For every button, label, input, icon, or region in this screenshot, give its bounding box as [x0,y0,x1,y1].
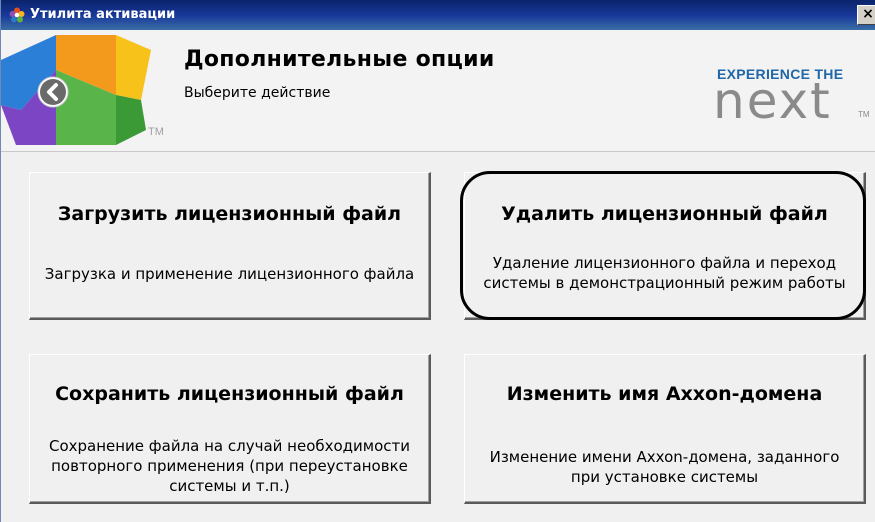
option-title: Удалить лицензионный файл [501,203,828,225]
rename-axxon-domain-button[interactable]: Изменить имя Axxon-домена Изменение имен… [464,354,866,504]
option-description: Загрузка и применение лицензионного файл… [44,265,415,283]
option-title: Изменить имя Axxon-домена [506,383,823,405]
option-description: Сохранение файла на случай необходимости… [48,437,411,495]
page-title: Дополнительные опции [184,47,495,72]
close-icon: × [862,6,874,22]
logo-trademark: TM [148,126,164,138]
save-license-button[interactable]: Сохранить лицензионный файл Сохранение ф… [29,354,431,504]
brand-trademark: TM [858,110,870,119]
activation-utility-window: Утилита активации × TM Дополнительные оп… [0,0,875,522]
load-license-button[interactable]: Загрузить лицензионный файл Загрузка и п… [29,172,431,320]
option-description: Изменение имени Axxon-домена, заданного … [489,448,840,486]
window-title: Утилита активации [30,7,176,22]
page-subtitle: Выберите действие [184,85,331,101]
app-flower-icon [9,7,25,23]
option-description: Удаление лицензионного файла и переход с… [483,254,846,292]
brand-next-wordmark: next [713,72,832,130]
option-title: Сохранить лицензионный файл [55,383,404,405]
delete-license-button[interactable]: Удалить лицензионный файл Удаление лицен… [464,172,866,320]
title-bar: Утилита активации × [1,0,875,30]
option-title: Загрузить лицензионный файл [57,203,402,225]
close-button[interactable]: × [857,5,875,25]
header-banner: TM Дополнительные опции Выберите действи… [1,30,875,152]
back-arrow-icon[interactable] [38,77,68,107]
